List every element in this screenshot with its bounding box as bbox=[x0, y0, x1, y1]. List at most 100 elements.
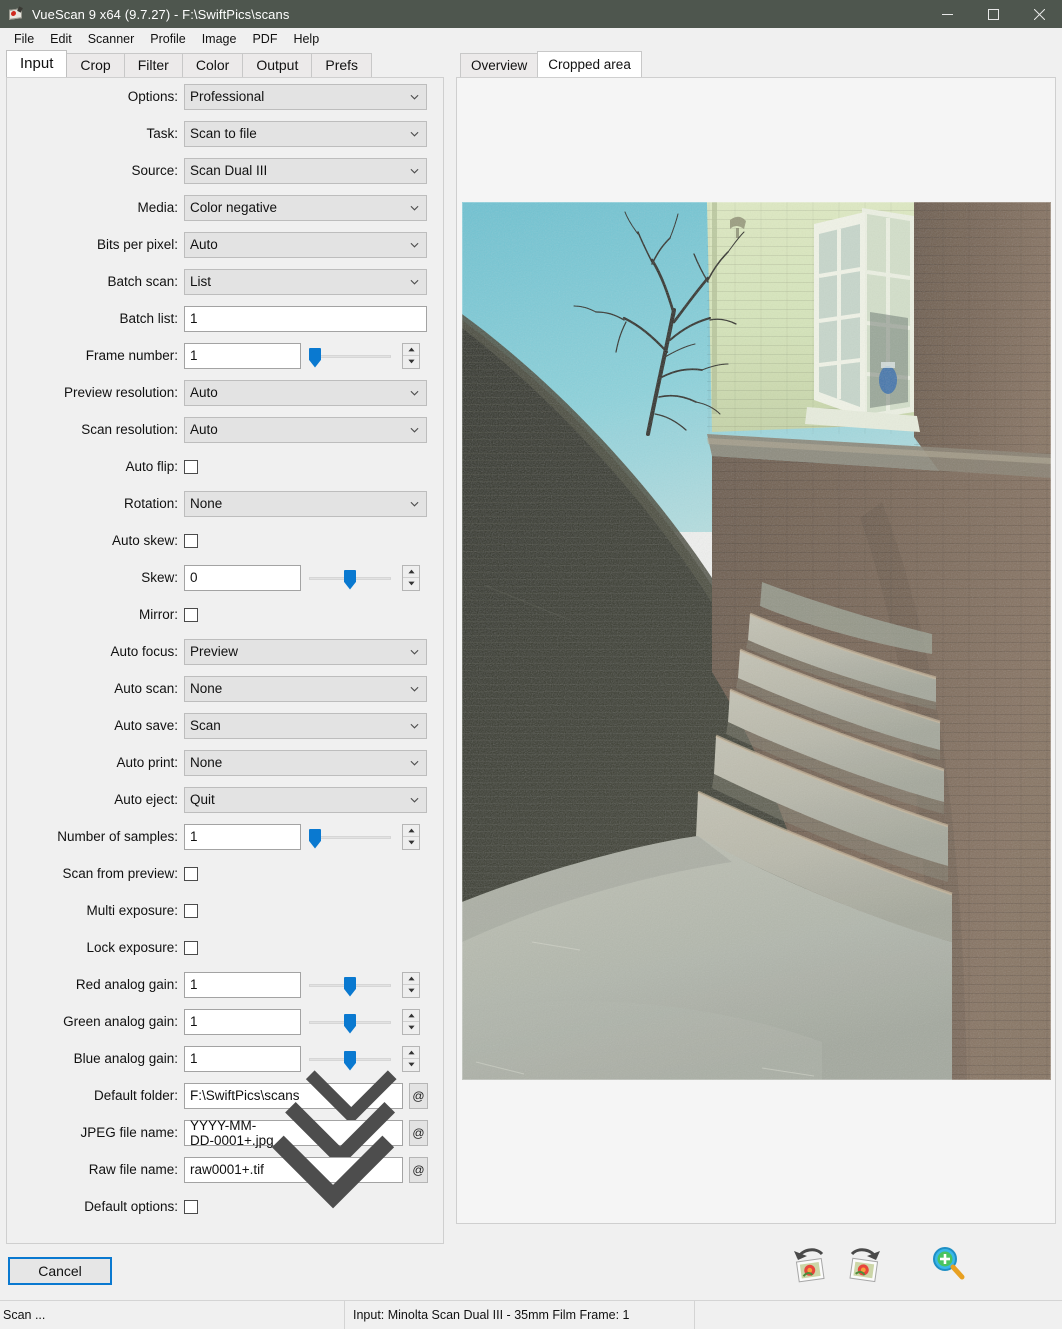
combo-raw-file-name[interactable]: raw0001+.tif bbox=[184, 1136, 403, 1209]
combo-task[interactable]: Scan to file bbox=[184, 120, 427, 147]
form-row-skew: Skew: 0 bbox=[7, 564, 443, 591]
combo-auto-focus[interactable]: Preview bbox=[184, 638, 427, 665]
combo-source[interactable]: Scan Dual III bbox=[184, 157, 427, 184]
combo-auto-eject[interactable]: Quit bbox=[184, 786, 427, 813]
tab-crop[interactable]: Crop bbox=[66, 53, 125, 77]
combo-preview-resolution[interactable]: Auto bbox=[184, 379, 427, 406]
slider-skew[interactable] bbox=[309, 565, 391, 591]
combo-auto-print[interactable]: None bbox=[184, 749, 427, 776]
checkbox-mirror[interactable] bbox=[184, 607, 198, 622]
combo-auto-scan[interactable]: None bbox=[184, 675, 427, 702]
zoom-in-icon[interactable] bbox=[924, 1242, 970, 1284]
slider-frame-number[interactable] bbox=[309, 343, 391, 369]
close-button[interactable] bbox=[1016, 0, 1062, 28]
spinner-up[interactable] bbox=[403, 1010, 419, 1022]
input-red-analog-gain[interactable]: 1 bbox=[184, 971, 301, 998]
input-green-analog-gain[interactable]: 1 bbox=[184, 1008, 301, 1035]
form-row-options: Options: Professional bbox=[7, 83, 443, 110]
minimize-button[interactable] bbox=[924, 0, 970, 28]
spinner-up[interactable] bbox=[403, 1047, 419, 1059]
menu-item-file[interactable]: File bbox=[6, 30, 42, 48]
slider-thumb[interactable] bbox=[344, 569, 356, 590]
spinner-down[interactable] bbox=[403, 837, 419, 849]
tab-color[interactable]: Color bbox=[181, 53, 244, 77]
slider-thumb[interactable] bbox=[309, 347, 321, 368]
combo-bits-per-pixel[interactable]: Auto bbox=[184, 231, 427, 258]
slider-green-analog-gain[interactable] bbox=[309, 1009, 391, 1035]
spinner-up[interactable] bbox=[403, 825, 419, 837]
label-media: Media: bbox=[137, 200, 178, 215]
cancel-button[interactable]: Cancel bbox=[8, 1257, 112, 1285]
input-blue-analog-gain[interactable]: 1 bbox=[184, 1045, 301, 1072]
rotate-right-icon[interactable] bbox=[840, 1242, 886, 1284]
rotate-left-icon[interactable] bbox=[788, 1242, 834, 1284]
combo-batch-scan[interactable]: List bbox=[184, 268, 427, 295]
spinner-number-of-samples[interactable] bbox=[402, 823, 420, 850]
checkbox-scan-from-preview[interactable] bbox=[184, 866, 198, 881]
slider-thumb[interactable] bbox=[309, 828, 321, 849]
input-batch-list[interactable]: 1 bbox=[184, 305, 427, 332]
form-row-number-of-samples: Number of samples: 1 bbox=[7, 823, 443, 850]
checkbox-auto-flip[interactable] bbox=[184, 459, 198, 474]
menu-item-edit[interactable]: Edit bbox=[42, 30, 80, 48]
slider-thumb[interactable] bbox=[344, 1013, 356, 1034]
slider-number-of-samples[interactable] bbox=[309, 824, 391, 850]
tab-filter[interactable]: Filter bbox=[123, 53, 183, 77]
spinner-down[interactable] bbox=[403, 578, 419, 590]
spinner-up[interactable] bbox=[403, 973, 419, 985]
combo-rotation[interactable]: None bbox=[184, 490, 427, 517]
slider-red-analog-gain[interactable] bbox=[309, 972, 391, 998]
form-row-task: Task: Scan to file bbox=[7, 120, 443, 147]
spinner-frame-number[interactable] bbox=[402, 342, 420, 369]
combo-auto-save[interactable]: Scan bbox=[184, 712, 427, 739]
input-skew[interactable]: 0 bbox=[184, 564, 301, 591]
slider-track bbox=[309, 835, 391, 839]
menu-item-scanner[interactable]: Scanner bbox=[80, 30, 143, 48]
chevron-down-icon bbox=[410, 131, 419, 137]
combo-scan-resolution[interactable]: Auto bbox=[184, 416, 427, 443]
at-button-default-folder[interactable]: @ bbox=[409, 1082, 428, 1109]
form-row-auto-skew: Auto skew: bbox=[7, 527, 443, 554]
spinner-red-analog-gain[interactable] bbox=[402, 971, 420, 998]
title-bar: VueScan 9 x64 (9.7.27) - F:\SwiftPics\sc… bbox=[0, 0, 1062, 28]
combo-options[interactable]: Professional bbox=[184, 83, 427, 110]
input-number-of-samples[interactable]: 1 bbox=[184, 823, 301, 850]
spinner-down[interactable] bbox=[403, 1059, 419, 1071]
checkbox-multi-exposure[interactable] bbox=[184, 903, 198, 918]
slider-thumb[interactable] bbox=[344, 976, 356, 997]
tab-prefs[interactable]: Prefs bbox=[311, 53, 373, 77]
combo-media[interactable]: Color negative bbox=[184, 194, 427, 221]
checkbox-lock-exposure[interactable] bbox=[184, 940, 198, 955]
preview-canvas[interactable] bbox=[456, 77, 1056, 1224]
spinner-down[interactable] bbox=[403, 356, 419, 368]
spinner-skew[interactable] bbox=[402, 564, 420, 591]
preview-tab-overview[interactable]: Overview bbox=[460, 53, 539, 77]
tab-output[interactable]: Output bbox=[242, 53, 313, 77]
checkbox-default-options[interactable] bbox=[184, 1199, 198, 1214]
form-row-multi-exposure: Multi exposure: bbox=[7, 897, 443, 924]
chevron-down-icon bbox=[410, 279, 419, 285]
spinner-down[interactable] bbox=[403, 985, 419, 997]
maximize-button[interactable] bbox=[970, 0, 1016, 28]
settings-tabstrip: Input Crop Filter Color Output Prefs bbox=[6, 50, 450, 77]
form-row-bits-per-pixel: Bits per pixel: Auto bbox=[7, 231, 443, 258]
spinner-down[interactable] bbox=[403, 1022, 419, 1034]
menu-item-profile[interactable]: Profile bbox=[142, 30, 193, 48]
input-frame-number[interactable]: 1 bbox=[184, 342, 301, 369]
combo-value-task: Scan to file bbox=[190, 126, 257, 141]
form-row-frame-number: Frame number: 1 bbox=[7, 342, 443, 369]
at-button-jpeg-file-name[interactable]: @ bbox=[409, 1119, 428, 1146]
menu-item-pdf[interactable]: PDF bbox=[244, 30, 285, 48]
spinner-up[interactable] bbox=[403, 344, 419, 356]
spinner-green-analog-gain[interactable] bbox=[402, 1008, 420, 1035]
menu-item-image[interactable]: Image bbox=[194, 30, 245, 48]
at-button-raw-file-name[interactable]: @ bbox=[409, 1156, 428, 1183]
label-lock-exposure: Lock exposure: bbox=[86, 940, 178, 955]
preview-tab-cropped-area[interactable]: Cropped area bbox=[537, 51, 642, 77]
spinner-blue-analog-gain[interactable] bbox=[402, 1045, 420, 1072]
scanned-image[interactable] bbox=[462, 202, 1051, 1080]
menu-item-help[interactable]: Help bbox=[285, 30, 327, 48]
checkbox-auto-skew[interactable] bbox=[184, 533, 198, 548]
tab-input[interactable]: Input bbox=[6, 50, 68, 77]
spinner-up[interactable] bbox=[403, 566, 419, 578]
